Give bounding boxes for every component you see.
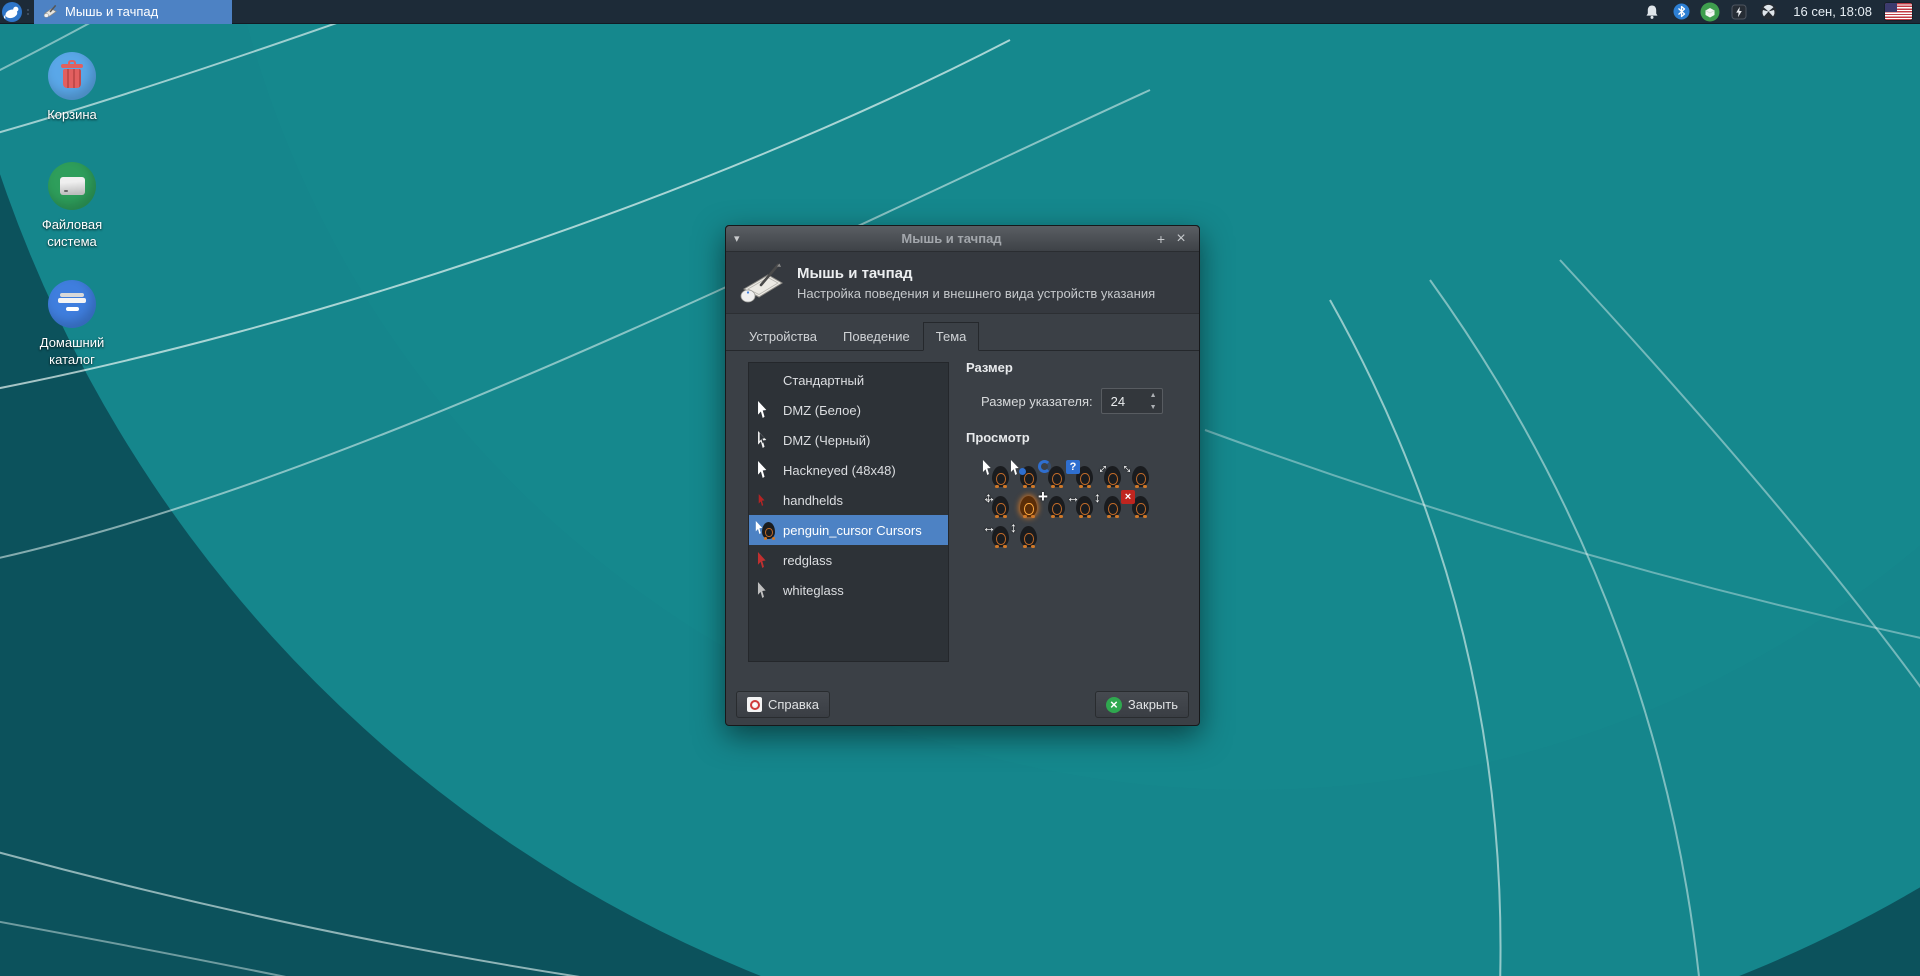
status-indicator-icon[interactable] [1758, 2, 1778, 22]
penguin-arrow-cursor-icon [755, 520, 775, 540]
preview-arrow-cursor [982, 459, 1010, 489]
desktop-icon-label: Корзина [47, 107, 97, 122]
theme-row-redglass[interactable]: redglass [749, 545, 948, 575]
window-menu-chevron-icon[interactable]: ▾ [734, 233, 752, 244]
preview-help-cursor: ? [1066, 459, 1094, 489]
cursor-size-spinbox: ▲ ▼ [1100, 388, 1163, 414]
preview-resize-horizontal-cursor: ↔ [1066, 489, 1094, 519]
preview-section-title: Просмотр [966, 430, 1030, 445]
red-arrow-cursor-icon [755, 490, 775, 510]
preview-resize-nwse-cursor: ↔ [1090, 456, 1122, 489]
white-arrow-cursor-icon [755, 460, 775, 480]
theme-row-penguin-selected[interactable]: penguin_cursor Cursors [749, 515, 948, 545]
close-button[interactable] [1171, 230, 1191, 248]
theme-row-hackneyed[interactable]: Hackneyed (48x48) [749, 455, 948, 485]
panel-separator [24, 0, 32, 24]
tab-theme[interactable]: Тема [922, 322, 980, 351]
tab-behavior[interactable]: Поведение [830, 322, 923, 350]
close-dialog-button[interactable]: Закрыть [1094, 691, 1189, 718]
theme-row-handhelds[interactable]: handhelds [749, 485, 948, 515]
help-lifebuoy-icon [747, 697, 762, 712]
panel-clock[interactable]: 16 сен, 18:08 [1793, 4, 1872, 19]
preview-not-allowed-cursor: × [1121, 489, 1150, 519]
dialog-footer: Справка Закрыть [736, 691, 1189, 719]
dialog-header: Мышь и тачпад Настройка поведения и внеш… [726, 252, 1199, 314]
top-panel: Мышь и тачпад 16 сен, 18:08 [0, 0, 1920, 24]
mouse-menu-icon [2, 1, 22, 22]
preview-busy-spinner-cursor [1038, 459, 1066, 489]
spin-down-icon[interactable]: ▼ [1145, 401, 1162, 413]
header-title: Мышь и тачпад [797, 264, 913, 282]
power-manager-icon[interactable] [1729, 2, 1749, 22]
help-button-label: Справка [768, 697, 819, 712]
spin-up-icon[interactable]: ▲ [1145, 389, 1162, 401]
tab-bar: Устройства Поведение Тема [736, 322, 980, 351]
whiteglass-arrow-cursor-icon [755, 580, 775, 600]
preview-arrow-working-cursor [1010, 459, 1038, 489]
us-keyboard-flag-icon[interactable] [1885, 3, 1912, 20]
outline-arrow-cursor-icon [755, 430, 775, 450]
package-manager-icon[interactable] [1700, 2, 1720, 22]
taskbar-item-label: Мышь и тачпад [65, 4, 159, 19]
theme-row-standard[interactable]: Стандартный [749, 365, 948, 395]
theme-row-dmz-black[interactable]: DMZ (Черный) [749, 425, 948, 455]
notifications-bell-icon[interactable] [1642, 2, 1662, 22]
window-titlebar[interactable]: ▾ Мышь и тачпад [726, 226, 1199, 252]
maximize-button[interactable] [1151, 231, 1171, 247]
theme-row-whiteglass[interactable]: whiteglass [749, 575, 948, 605]
preview-move-cursor [982, 489, 1010, 519]
preview-resize-nesw-cursor: ↔ [1118, 456, 1150, 489]
preview-crosshair-cursor: + [1038, 488, 1066, 519]
white-arrow-cursor-icon [755, 400, 775, 420]
close-green-icon [1105, 696, 1122, 713]
applications-menu-button[interactable] [0, 0, 24, 24]
tablet-stylus-mouse-icon [740, 263, 783, 302]
cursor-size-row: Размер указателя: ▲ ▼ [981, 388, 1190, 414]
preview-resize-vertical-cursor: ↕ [1010, 519, 1038, 549]
spinbox-steppers: ▲ ▼ [1145, 389, 1162, 413]
redglass-arrow-cursor-icon [755, 550, 775, 570]
window-title: Мышь и тачпад [901, 231, 1002, 246]
desktop-icon-filesystem[interactable]: Файловая система [17, 162, 127, 250]
system-tray: 16 сен, 18:08 [1642, 2, 1920, 22]
header-text: Мышь и тачпад Настройка поведения и внеш… [797, 265, 1155, 301]
cursor-preview-grid: ? ↔ ↔ + ↔ ↕ × ↔ ↕ [982, 456, 1152, 549]
trash-icon [48, 52, 96, 100]
theme-row-dmz-white[interactable]: DMZ (Белое) [749, 395, 948, 425]
mouse-settings-window: ▾ Мышь и тачпад Мышь и тачпад Настройка … [725, 225, 1200, 726]
desktop-icon-label: Домашний каталог [39, 335, 105, 367]
cursor-size-label: Размер указателя: [981, 393, 1093, 409]
preview-resize-horizontal-cursor: ↔ [982, 519, 1010, 549]
size-section-title: Размер [966, 360, 1013, 375]
close-button-label: Закрыть [1127, 697, 1178, 712]
desktop-icon-home[interactable]: Домашний каталог [17, 280, 127, 368]
desktop-icon-label: Файловая система [41, 217, 103, 249]
cursor-size-input[interactable] [1101, 389, 1145, 413]
header-subtitle: Настройка поведения и внешнего вида устр… [797, 285, 1156, 301]
taskbar-item-mouse-settings[interactable]: Мышь и тачпад [34, 0, 232, 24]
desktop-icon-trash[interactable]: Корзина [17, 52, 127, 123]
home-icon [48, 280, 96, 328]
no-cursor-icon [755, 370, 775, 390]
preview-resize-vertical-cursor: ↕ [1094, 489, 1122, 519]
cursor-theme-list[interactable]: Стандартный DMZ (Белое) DMZ (Черный) Hac… [748, 362, 949, 662]
bluetooth-icon[interactable] [1671, 2, 1691, 22]
filesystem-icon [48, 162, 96, 210]
help-button[interactable]: Справка [736, 691, 830, 718]
theme-settings-panel: Размер Размер указателя: ▲ ▼ Просмотр ? … [966, 360, 1190, 549]
tab-devices[interactable]: Устройства [736, 322, 830, 350]
preview-text-select-fire-cursor [1010, 489, 1038, 519]
tablet-stylus-icon [43, 4, 57, 18]
